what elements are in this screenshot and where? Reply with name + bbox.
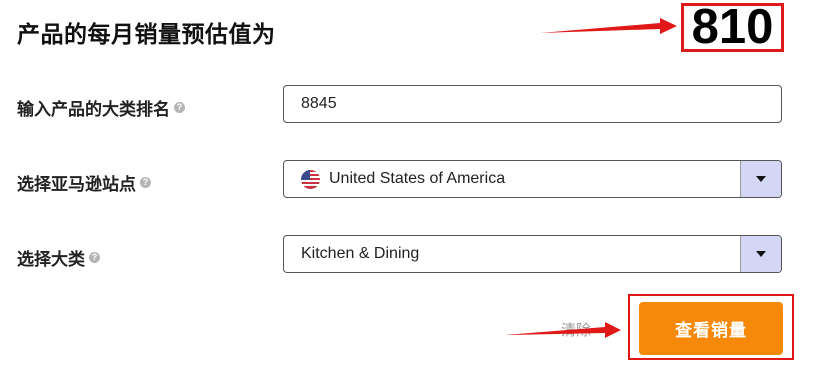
view-sales-button[interactable]: 查看销量 bbox=[639, 302, 783, 355]
